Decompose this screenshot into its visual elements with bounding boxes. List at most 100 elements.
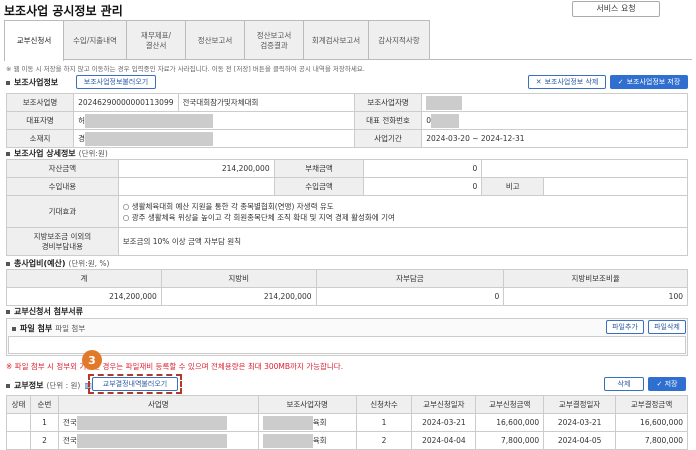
redacted-block <box>84 131 213 146</box>
label-expected-effect: 기대효과 <box>6 195 119 228</box>
header-ratio: 지방비보조비율 <box>503 269 688 288</box>
tab-audit-findings[interactable]: 감사지적사항 <box>368 20 430 60</box>
service-request-button[interactable]: 서비스 요청 <box>572 1 660 17</box>
tab-settlement-verification[interactable]: 정산보고서 검증결과 <box>244 20 304 60</box>
page-title: 보조사업 공시정보 관리 <box>4 4 123 18</box>
bullet-icon <box>12 326 16 331</box>
asset-value: 214,200,000 <box>117 159 275 178</box>
step-badge: 3 <box>82 350 102 370</box>
attach-section-title: 교부신청서 첨부서류 <box>6 306 83 317</box>
project-detail-table: 자산금액 214,200,000 부채금액 0 수입내용 수입금액 0 비고 기… <box>6 159 689 256</box>
project-code: 20246290000000113099 <box>73 93 179 112</box>
redacted-block <box>76 415 227 430</box>
table-row[interactable]: 1 전국 육회 1 2024-03-21 16,600,000 2024-03-… <box>6 413 688 432</box>
req-date-cell: 2024-04-04 <box>411 431 477 450</box>
label-burden: 지방보조금 이외의 경비부담내용 <box>6 227 119 256</box>
bullet-icon <box>6 151 10 156</box>
header-local: 지방비 <box>160 269 317 288</box>
delete-project-info-button[interactable]: ✕ 보조사업정보 삭제 <box>528 75 606 89</box>
seq-cell: 2 <box>29 431 59 450</box>
org-cell: 육회 <box>257 431 357 450</box>
load-project-info-button[interactable]: 보조사업정보불러오기 <box>76 75 156 89</box>
label-income-content: 수입내용 <box>6 177 119 196</box>
dec-amount-cell: 16,600,000 <box>615 413 688 432</box>
header-self: 자부담금 <box>315 269 505 288</box>
col-seq: 순번 <box>29 395 59 414</box>
check-icon: ✓ <box>617 78 624 86</box>
round-cell: 1 <box>355 413 413 432</box>
seq-cell: 1 <box>29 413 59 432</box>
budget-table: 계 지방비 자부담금 지방비보조비율 214,200,000 214,200,0… <box>6 269 688 306</box>
col-status: 상태 <box>6 395 31 414</box>
highlight-box <box>88 374 182 394</box>
file-attach-label: 파일 첨부 파일 첨부 <box>12 323 85 334</box>
round-cell: 2 <box>355 431 413 450</box>
save-project-info-button[interactable]: ✓ 보조사업정보 저장 <box>610 75 688 89</box>
file-drop-area[interactable] <box>8 336 686 354</box>
table-row[interactable]: 2 전국 육회 2 2024-04-04 7,800,000 2024-04-0… <box>6 431 688 450</box>
income-amount-value: 0 <box>363 177 483 196</box>
phone-value: 0 <box>421 111 688 130</box>
bullet-icon <box>6 309 10 314</box>
info-section-title: 보조사업정보 <box>6 77 58 88</box>
project-name: 전국대회참가및자체대회 <box>177 93 355 112</box>
redacted-block <box>76 433 227 448</box>
operator-name-redacted <box>421 93 688 112</box>
save-notice: ※ 웹 이동 시 저장을 하지 않고 이동하는 경우 입력중인 자료가 사라집니… <box>6 65 365 73</box>
col-name: 사업명 <box>57 395 259 414</box>
name-cell: 전국 <box>57 413 259 432</box>
tab-bar: 교부신청서 수입/지출내역 재무제표/ 결산서 정산보고서 정산보고서 검증결과… <box>4 20 434 61</box>
label-asset: 자산금액 <box>6 159 119 178</box>
delete-grant-button[interactable]: 삭제 <box>604 377 644 391</box>
status-cell <box>6 431 31 450</box>
bullet-icon <box>6 261 10 266</box>
label-representative: 대표자명 <box>5 111 75 130</box>
grant-table: 상태 순번 사업명 보조사업자명 신청차수 교부신청일자 교부신청금액 교부결정… <box>6 395 688 450</box>
tab-divider <box>4 59 692 60</box>
col-req-date: 교부신청일자 <box>411 395 477 414</box>
burden-value: 보조금의 10% 이상 금액 자부담 원칙 <box>117 227 689 256</box>
delete-file-button[interactable]: 파일삭제 <box>648 320 686 334</box>
label-remarks: 비고 <box>481 177 545 196</box>
label-income-amount: 수입금액 <box>273 177 365 196</box>
address-value: 경 <box>73 129 355 148</box>
col-dec-date: 교부결정일자 <box>543 395 617 414</box>
tab-grant-application[interactable]: 교부신청서 <box>4 20 64 61</box>
add-file-button[interactable]: 파일추가 <box>606 320 644 334</box>
header-total: 계 <box>6 269 162 288</box>
label-operator-name: 보조사업자명 <box>353 93 423 112</box>
name-cell: 전국 <box>57 431 259 450</box>
remarks-value <box>543 177 688 196</box>
period-value: 2024-03-20 ~ 2024-12-31 <box>421 129 688 148</box>
redacted-block <box>426 95 463 110</box>
save-grant-button[interactable]: ✓ 저장 <box>648 377 686 391</box>
org-cell: 육회 <box>257 413 357 432</box>
label-period: 사업기간 <box>353 129 423 148</box>
redacted-block <box>431 113 460 128</box>
req-amount-cell: 7,800,000 <box>475 431 545 450</box>
local-value: 214,200,000 <box>160 287 317 306</box>
bullet-icon <box>6 383 10 388</box>
label-phone: 대표 전화번호 <box>353 111 423 130</box>
representative-value: 허 <box>73 111 355 130</box>
file-attach-alert: ※ 파일 첨부 시 정부외 기관인 경우는 파일재비 등록할 수 있으며 전체용… <box>6 362 344 371</box>
req-date-cell: 2024-03-21 <box>411 413 477 432</box>
project-info-table: 보조사업명 20246290000000113099 전국대회참가및자체대회 보… <box>5 93 688 148</box>
tab-income-expense[interactable]: 수입/지출내역 <box>63 20 127 60</box>
tab-financial-statements[interactable]: 재무제표/ 결산서 <box>126 20 186 60</box>
detail-section-title: 보조사업 상세정보 (단위:원) <box>6 148 108 159</box>
budget-section-title: 총사업비(예산) (단위:원, %) <box>6 258 109 269</box>
tab-audit-report[interactable]: 회계검사보고서 <box>303 20 369 60</box>
req-amount-cell: 16,600,000 <box>475 413 545 432</box>
income-content-value <box>117 177 275 196</box>
redacted-block <box>262 415 313 430</box>
tab-settlement-report[interactable]: 정산보고서 <box>185 20 245 60</box>
col-req-amount: 교부신청금액 <box>475 395 545 414</box>
label-debt: 부채금액 <box>273 159 365 178</box>
empty-cell <box>481 159 688 178</box>
col-dec-amount: 교부결정금액 <box>615 395 688 414</box>
debt-value: 0 <box>363 159 483 178</box>
redacted-block <box>262 433 313 448</box>
bullet-icon <box>6 80 10 85</box>
label-address: 소재지 <box>5 129 75 148</box>
